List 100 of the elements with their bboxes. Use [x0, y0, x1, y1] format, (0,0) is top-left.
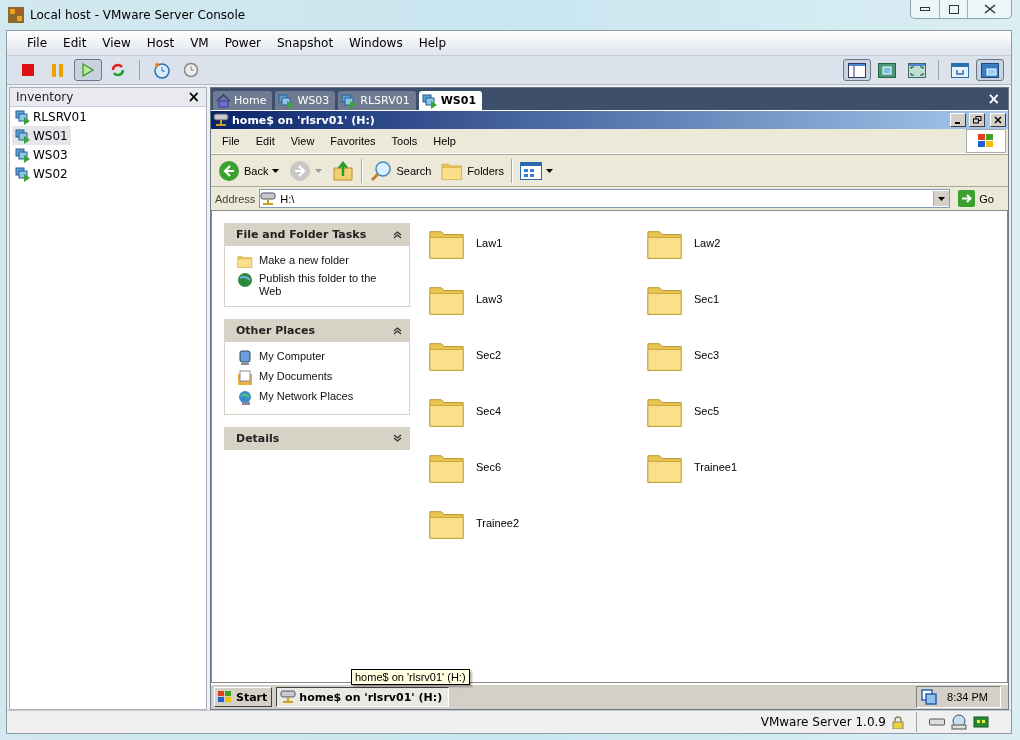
fit-icon — [878, 62, 896, 78]
caret-icon — [315, 168, 323, 173]
folder-name[interactable]: Law1 — [476, 237, 503, 249]
network-drive-icon — [280, 690, 297, 704]
collapse-icon[interactable] — [393, 326, 402, 336]
folder-name[interactable]: Law2 — [694, 237, 721, 249]
pause-icon — [52, 63, 64, 77]
folder-name[interactable]: Sec1 — [694, 293, 720, 305]
close-icon — [983, 4, 996, 14]
panel-title: Inventory — [16, 90, 74, 104]
folder-name[interactable]: Sec4 — [476, 405, 502, 417]
folders-button[interactable]: Folders — [438, 156, 507, 185]
menu-item[interactable]: Power — [216, 36, 269, 50]
folder-name[interactable]: Sec6 — [476, 461, 502, 473]
panel-header[interactable]: Details — [224, 427, 410, 451]
inventory-item[interactable]: WS03 — [12, 145, 71, 164]
app-icon — [8, 7, 24, 23]
globe-icon — [237, 272, 253, 289]
panel-title: Details — [236, 432, 280, 446]
inventory-item[interactable]: WS02 — [12, 164, 71, 183]
stop-icon — [22, 64, 34, 76]
search-icon — [370, 159, 393, 182]
folder-name[interactable]: Sec2 — [476, 349, 502, 361]
close-icon[interactable]: × — [987, 90, 1000, 108]
folder-name[interactable]: Sec5 — [694, 405, 720, 417]
folder-name[interactable]: Law3 — [476, 293, 503, 305]
menu-item[interactable]: View — [282, 135, 323, 147]
guest-window-title: home$ on 'rlsrv01' (H:) — [232, 113, 376, 127]
vmware-tools-icon[interactable] — [921, 689, 938, 705]
close-icon[interactable]: × — [187, 88, 200, 106]
vm-icon — [15, 165, 31, 182]
menu-item[interactable]: View — [94, 36, 139, 50]
menu-item[interactable]: File — [19, 36, 56, 50]
vm-icon — [278, 92, 295, 109]
folder-name[interactable]: Trainee1 — [694, 461, 737, 473]
expand-icon[interactable] — [393, 434, 402, 444]
network-card-icon[interactable] — [973, 716, 989, 728]
maximize-icon — [948, 4, 959, 14]
tab[interactable]: WS03 — [275, 91, 336, 110]
task-link[interactable]: Make a new folder — [259, 254, 349, 267]
go-button[interactable]: Go — [954, 190, 1004, 207]
vm-icon — [15, 146, 31, 163]
menu-item[interactable]: Edit — [247, 135, 283, 147]
menu-item[interactable]: Snapshot — [269, 36, 342, 50]
reset-icon — [110, 62, 126, 78]
minimize-button[interactable] — [950, 113, 966, 127]
menu-item[interactable]: Edit — [55, 36, 95, 50]
drive-icon[interactable] — [929, 717, 945, 727]
settings-icon — [951, 62, 969, 78]
folder-name[interactable]: Trainee2 — [476, 517, 519, 529]
quickswitch-button[interactable] — [976, 59, 1004, 81]
clock-icon — [152, 61, 170, 79]
menu-item[interactable]: VM — [182, 36, 217, 50]
inventory-item[interactable]: WS01 — [12, 126, 71, 145]
menu-item[interactable]: Windows — [341, 36, 411, 50]
task-link[interactable]: Publish this folder to the Web — [259, 272, 384, 299]
tab[interactable]: RLSRV01 — [338, 91, 416, 110]
menu-item[interactable]: Host — [138, 36, 183, 50]
taskbar-button[interactable]: home$ on 'rlsrv01' (H:) — [276, 687, 450, 707]
address-field[interactable]: H:\ — [259, 189, 951, 208]
home-icon — [216, 93, 231, 108]
menu-item[interactable]: Help — [425, 135, 464, 147]
address-label: Address — [215, 192, 256, 205]
cdrom-icon[interactable] — [951, 714, 967, 730]
task-link[interactable]: My Network Places — [259, 390, 354, 404]
dropdown-button[interactable] — [933, 191, 950, 206]
menu-item[interactable]: Help — [410, 36, 455, 50]
task-link[interactable]: My Documents — [259, 370, 333, 384]
panel-title: File and Folder Tasks — [236, 228, 367, 241]
menu-item[interactable]: File — [214, 135, 248, 147]
sidebar-icon — [848, 62, 866, 78]
inventory-item[interactable]: RLSRV01 — [12, 107, 90, 126]
task-link[interactable]: My Computer — [259, 350, 326, 364]
panel-header[interactable]: File and Folder Tasks — [224, 223, 410, 246]
clock: 8:34 PM — [947, 691, 988, 703]
restore-icon — [972, 116, 982, 124]
restore-button[interactable] — [969, 113, 985, 127]
collapse-icon[interactable] — [393, 230, 402, 239]
folder-name[interactable]: Sec3 — [694, 349, 720, 361]
network-icon — [237, 390, 253, 407]
tooltip: home$ on 'rlsrv01' (H:) — [351, 669, 470, 685]
tab[interactable]: Home — [213, 91, 273, 110]
windows-logo-icon — [217, 690, 233, 704]
play-button[interactable] — [74, 59, 102, 81]
panel-title: Other Places — [236, 324, 315, 338]
menu-item[interactable]: Favorites — [322, 135, 384, 147]
sidebar-button[interactable] — [843, 59, 871, 81]
menu-item[interactable]: Tools — [383, 135, 426, 147]
close-icon — [994, 116, 1002, 124]
caret-icon — [546, 168, 553, 173]
search-button[interactable]: Search — [367, 156, 435, 185]
windows-logo-icon — [977, 133, 995, 149]
tab[interactable]: WS01 — [418, 91, 483, 110]
panel-header[interactable]: Other Places — [224, 319, 410, 343]
start-button[interactable]: Start — [214, 687, 273, 707]
window-title: Local host - VMware Server Console — [30, 8, 247, 22]
documents-icon — [237, 370, 253, 387]
back-button[interactable]: Back — [215, 156, 283, 185]
windows-icon — [981, 62, 999, 78]
views-icon — [520, 161, 542, 180]
